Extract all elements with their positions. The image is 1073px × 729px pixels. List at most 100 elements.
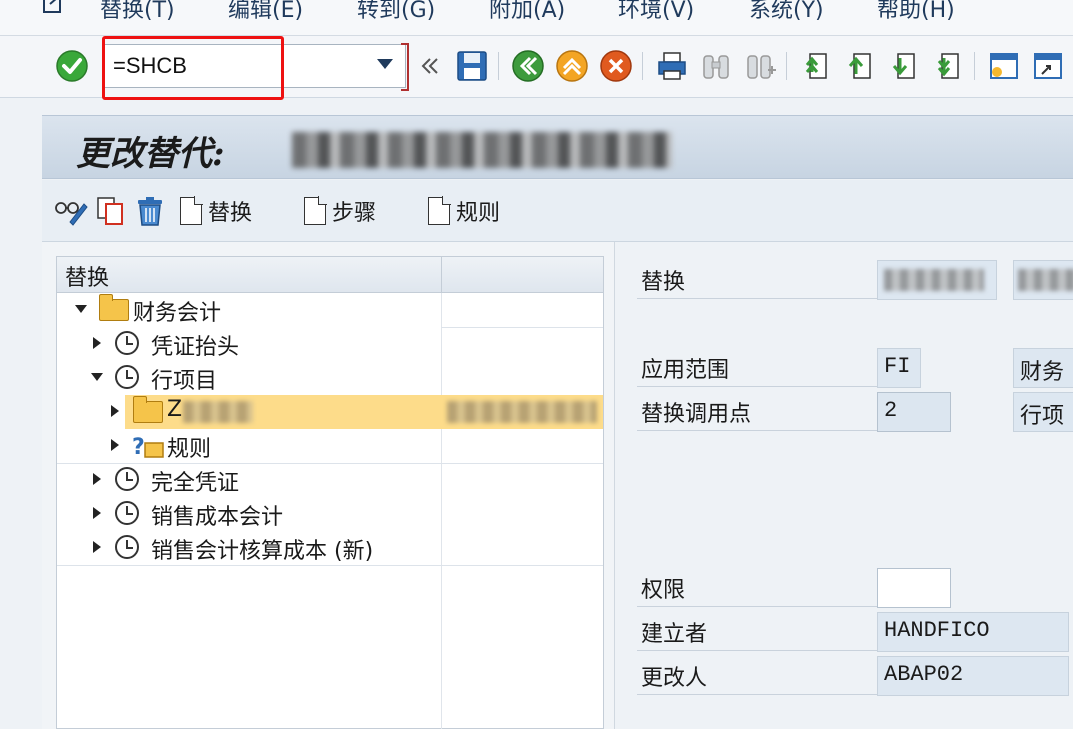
double-left-chevron-icon xyxy=(421,58,438,74)
command-field[interactable]: =SHCB xyxy=(104,43,409,91)
tree-node-label: 财务会计 xyxy=(133,301,222,326)
printer-icon xyxy=(658,52,686,80)
exit-icon xyxy=(556,50,588,82)
first-page-button[interactable] xyxy=(798,48,834,84)
standard-toolbar: =SHCB xyxy=(0,36,1073,100)
tree-node-rules[interactable]: ? 规则 xyxy=(57,429,603,463)
document-icon xyxy=(180,196,203,225)
tree-column-header: 替换 xyxy=(65,266,110,291)
tree-node-complete-doc[interactable]: 完全凭证 xyxy=(57,463,603,497)
tree-node-finance[interactable]: 财务会计 xyxy=(57,293,603,327)
binoculars-icon xyxy=(703,55,729,79)
last-page-icon xyxy=(937,53,959,79)
back-icon xyxy=(512,50,544,82)
clock-icon xyxy=(115,365,139,389)
menu-system[interactable]: 系统(Y) xyxy=(749,0,824,24)
menu-help[interactable]: 帮助(H) xyxy=(877,0,955,24)
rule-button[interactable]: 规则 xyxy=(428,192,500,230)
substitution-button[interactable]: 替换 xyxy=(180,192,252,230)
menu-arrow-icon[interactable] xyxy=(40,0,70,18)
menu-goto[interactable]: 转到(G) xyxy=(357,0,435,24)
expanded-icon[interactable] xyxy=(91,373,103,381)
substitution-tree: 替换 财务会计 凭证抬头 行项目 Z ? 规则 完全凭证 销售成本会计 销售会计… xyxy=(56,256,604,729)
cancel-icon xyxy=(600,50,632,82)
created-by-field: HANDFICO xyxy=(877,612,1069,652)
call-point-desc: 行项 xyxy=(1013,392,1073,432)
menu-environment[interactable]: 环境(V) xyxy=(618,0,694,24)
tree-node-label: 销售成本会计 xyxy=(151,505,284,530)
chevron-down-icon[interactable] xyxy=(377,59,393,69)
next-page-button[interactable] xyxy=(886,48,922,84)
left-pane: 替换 财务会计 凭证抬头 行项目 Z ? 规则 完全凭证 销售成本会计 销售会计… xyxy=(42,242,614,729)
tree-header: 替换 xyxy=(57,257,603,293)
rule-icon: ? xyxy=(132,435,164,460)
enter-button[interactable] xyxy=(54,48,90,84)
tree-node-line-item[interactable]: 行项目 xyxy=(57,361,603,395)
last-page-button[interactable] xyxy=(930,48,966,84)
clock-icon xyxy=(115,535,139,559)
command-field-bracket xyxy=(401,43,409,91)
copy-button[interactable] xyxy=(96,192,126,230)
call-point-field[interactable]: 2 xyxy=(877,392,951,432)
svg-text:?: ? xyxy=(132,435,145,460)
collapsed-icon[interactable] xyxy=(111,405,119,417)
tree-node-selected[interactable]: Z xyxy=(57,395,603,429)
delete-button[interactable] xyxy=(134,192,166,230)
document-icon xyxy=(428,196,451,225)
back-button[interactable] xyxy=(510,48,546,84)
step-button[interactable]: 步骤 xyxy=(304,192,376,230)
page-title: 更改替代: xyxy=(76,134,225,174)
tree-node-cost-of-sales[interactable]: 销售成本会计 xyxy=(57,497,603,531)
created-by-label: 建立者 xyxy=(641,622,708,647)
next-page-icon xyxy=(892,53,915,79)
tree-node-cost-of-sales-new[interactable]: 销售会计核算成本 (新) xyxy=(57,531,603,565)
find-button[interactable] xyxy=(698,48,734,84)
new-window-icon xyxy=(990,53,1018,79)
substitution-desc-field xyxy=(1013,260,1073,300)
step-button-label: 步骤 xyxy=(332,201,377,226)
menu-bar: 替换(T) 编辑(E) 转到(G) 附加(A) 环境(V) 系统(Y) 帮助(H… xyxy=(0,0,1073,36)
sap-window: 替换(T) 编辑(E) 转到(G) 附加(A) 环境(V) 系统(Y) 帮助(H… xyxy=(0,0,1073,729)
collapsed-icon[interactable] xyxy=(93,473,101,485)
command-value: =SHCB xyxy=(113,53,187,78)
previous-page-button[interactable] xyxy=(842,48,878,84)
menu-substitution[interactable]: 替换(T) xyxy=(100,0,175,24)
save-button[interactable] xyxy=(454,48,490,84)
rule-button-label: 规则 xyxy=(456,201,501,226)
menu-edit[interactable]: 编辑(E) xyxy=(228,0,303,24)
first-page-icon xyxy=(805,53,827,79)
menu-extras[interactable]: 附加(A) xyxy=(489,0,565,24)
print-button[interactable] xyxy=(654,48,690,84)
authorization-label: 权限 xyxy=(641,578,686,603)
tree-node-label: 销售会计核算成本 (新) xyxy=(151,539,374,564)
tree-node-label: Z xyxy=(167,397,183,422)
tree-node-label: 规则 xyxy=(167,437,212,462)
redacted-node-name xyxy=(183,401,253,423)
shortcut-button[interactable] xyxy=(1030,48,1066,84)
tree-node-label: 凭证抬头 xyxy=(151,335,240,360)
cancel-button[interactable] xyxy=(598,48,634,84)
changed-by-field: ABAP02 xyxy=(877,656,1069,696)
clock-icon xyxy=(115,501,139,525)
previous-page-icon xyxy=(848,53,871,79)
collapsed-icon[interactable] xyxy=(111,439,119,451)
expanded-icon[interactable] xyxy=(75,305,87,313)
create-session-button[interactable] xyxy=(986,48,1022,84)
collapsed-icon[interactable] xyxy=(93,541,101,553)
call-point-label: 替换调用点 xyxy=(641,402,752,427)
trash-icon xyxy=(138,197,162,226)
clock-icon xyxy=(115,467,139,491)
display-change-button[interactable] xyxy=(54,192,88,230)
collapse-command-button[interactable] xyxy=(412,48,448,84)
tree-node-doc-header[interactable]: 凭证抬头 xyxy=(57,327,603,361)
copy-icon xyxy=(97,197,123,225)
title-band: 更改替代: xyxy=(42,115,1073,179)
authorization-field[interactable] xyxy=(877,568,951,608)
application-area-field: FI xyxy=(877,348,921,388)
collapsed-icon[interactable] xyxy=(93,337,101,349)
find-next-button[interactable] xyxy=(742,48,778,84)
collapsed-icon[interactable] xyxy=(93,507,101,519)
exit-button[interactable] xyxy=(554,48,590,84)
redacted-node-desc xyxy=(447,401,597,423)
tree-node-label: 行项目 xyxy=(151,369,218,394)
